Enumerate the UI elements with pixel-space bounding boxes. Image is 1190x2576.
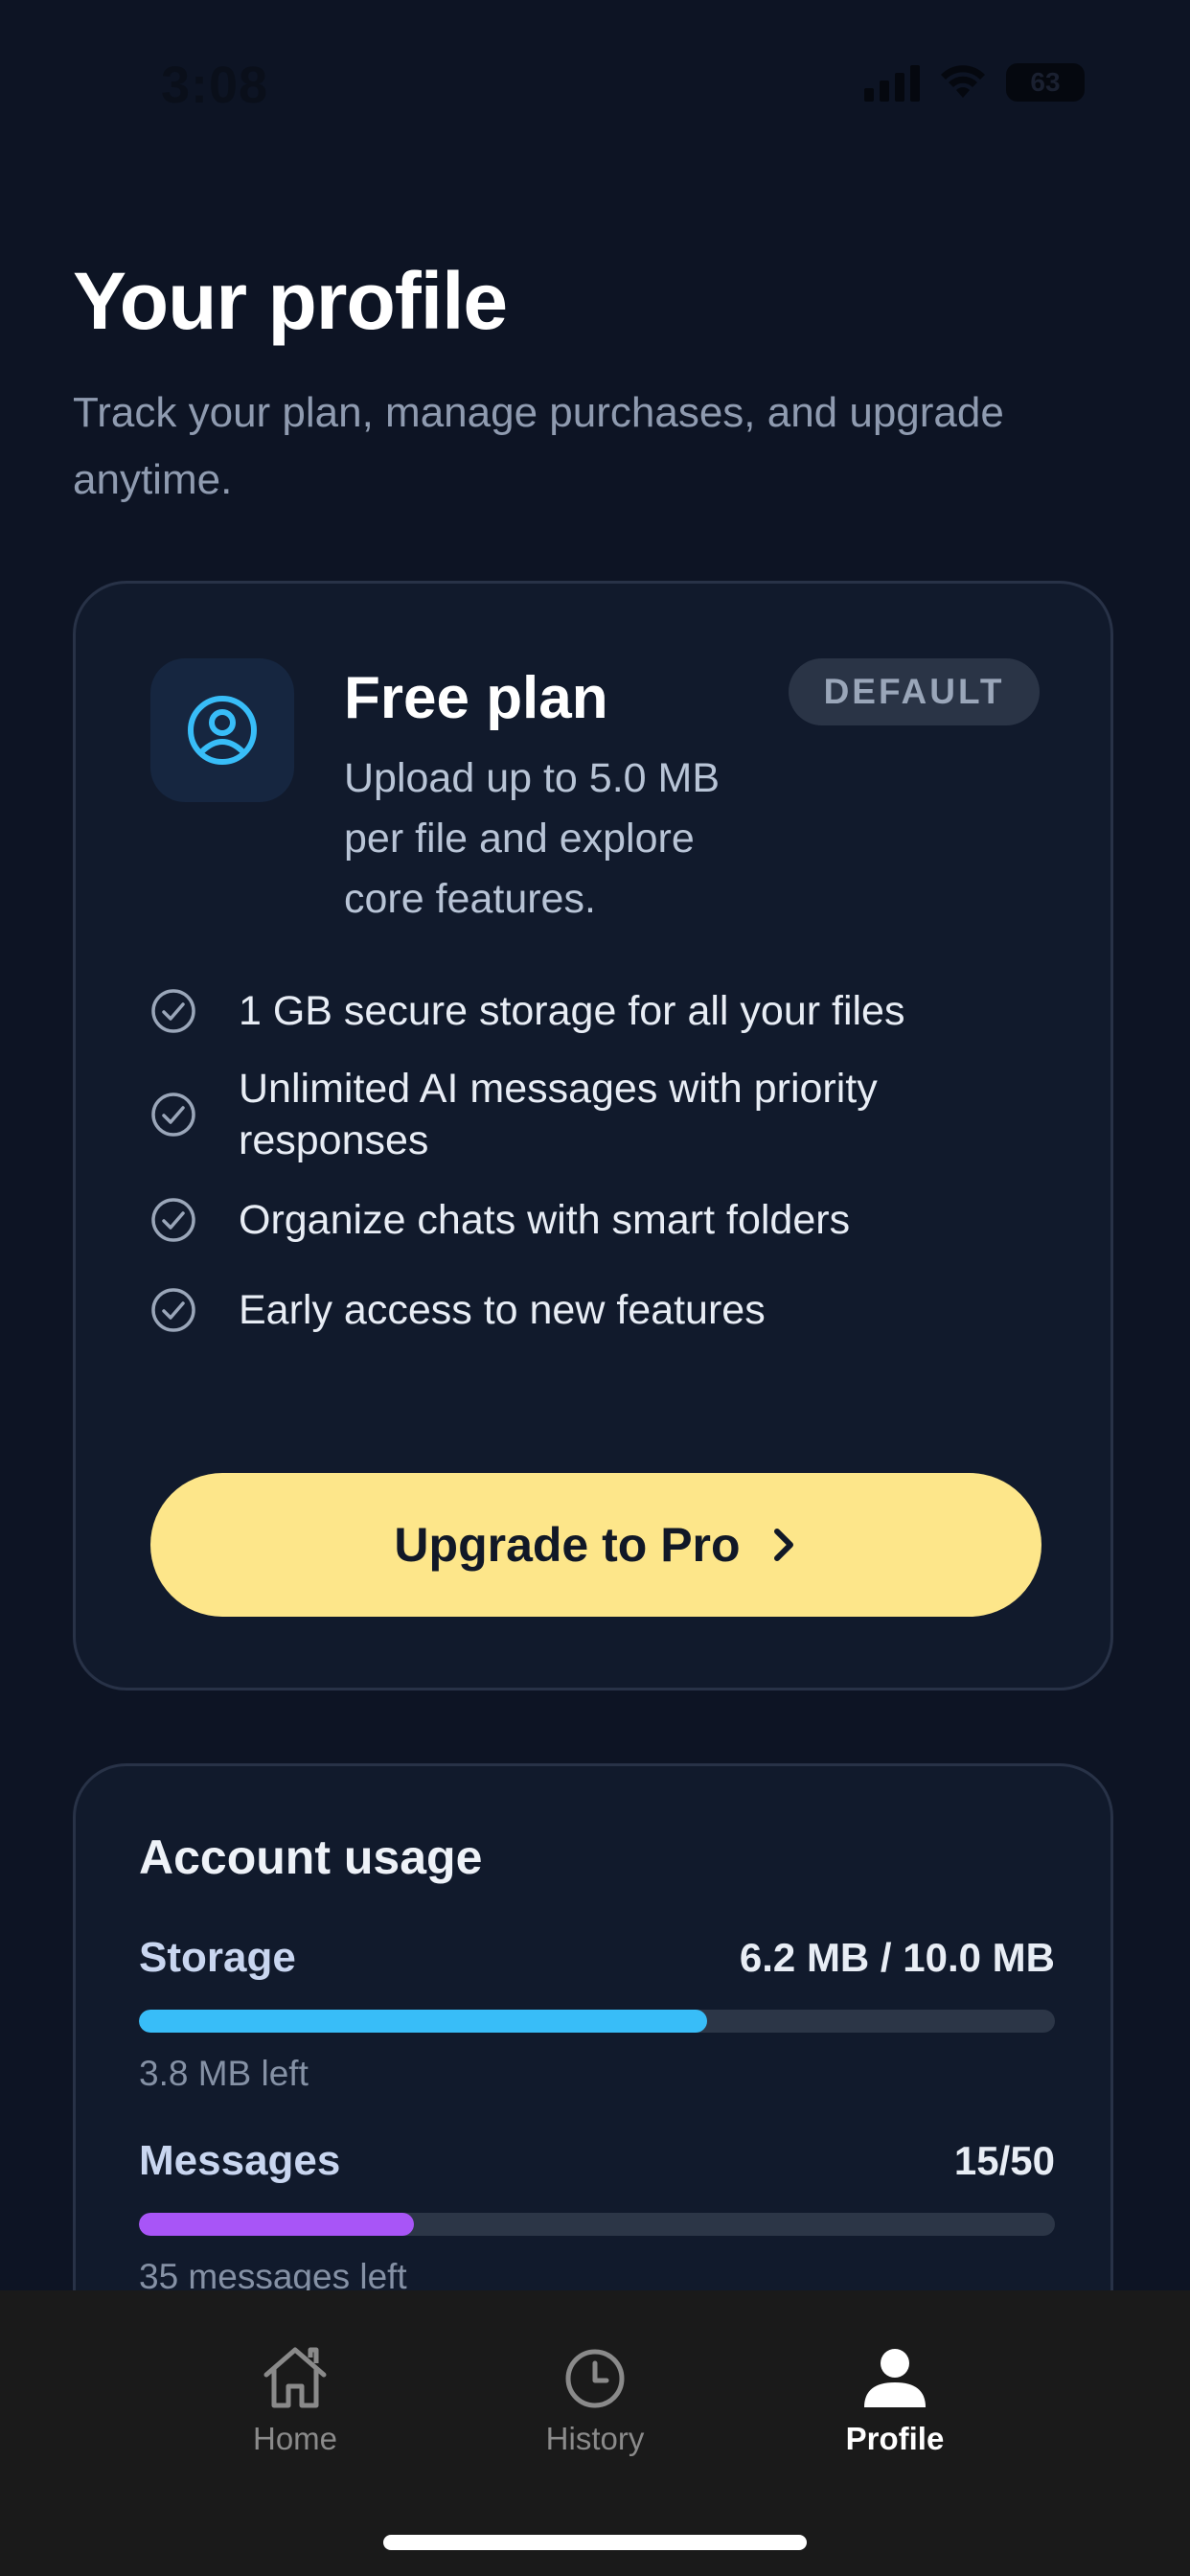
- feature-list: 1 GB secure storage for all your files U…: [150, 967, 1041, 1354]
- plan-icon-tile: [150, 658, 294, 802]
- plan-description: Upload up to 5.0 MB per file and explore…: [344, 755, 721, 922]
- check-circle-icon: [151, 1092, 195, 1137]
- battery-level: 63: [1030, 67, 1061, 97]
- usage-title: Account usage: [139, 1830, 483, 1884]
- storage-meter: Storage 6.2 MB / 10.0 MB 3.8 MB left: [139, 1929, 1055, 2094]
- check-circle-icon: [151, 1198, 195, 1242]
- feature-item: 1 GB secure storage for all your files: [150, 967, 1041, 1055]
- status-icons: 63: [864, 63, 1085, 102]
- home-indicator: [383, 2535, 807, 2550]
- tab-bar: Home History Profile: [0, 2290, 1190, 2576]
- feature-text: Unlimited AI messages with priority resp…: [239, 1066, 878, 1163]
- storage-meter-row: Storage 6.2 MB / 10.0 MB: [139, 1929, 1055, 1987]
- storage-progress-fill: [139, 2010, 707, 2033]
- messages-meter: Messages 15/50 35 messages left: [139, 2132, 1055, 2297]
- page-title: Your profile: [73, 256, 508, 346]
- status-bar: 3:08 63: [0, 0, 1190, 172]
- check-circle-icon: [151, 1288, 195, 1332]
- messages-progress-fill: [139, 2213, 414, 2236]
- status-time: 3:08: [161, 57, 269, 114]
- feature-item: Unlimited AI messages with priority resp…: [150, 1055, 1041, 1174]
- home-icon: [263, 2347, 327, 2408]
- messages-label: Messages: [139, 2137, 341, 2184]
- tab-home-label: Home: [252, 2421, 338, 2456]
- tab-home[interactable]: Home: [171, 2338, 420, 2457]
- messages-progress-track: [139, 2213, 1055, 2236]
- chevron-right-icon: [773, 1529, 793, 1561]
- plan-card: Free plan Upload up to 5.0 MB per file a…: [73, 581, 1113, 1690]
- user-circle-icon: [188, 696, 257, 765]
- storage-progress-track: [139, 2010, 1055, 2033]
- storage-label: Storage: [139, 1934, 296, 1981]
- tab-profile-label: Profile: [845, 2421, 945, 2456]
- tab-history-label: History: [545, 2421, 645, 2456]
- default-badge: DEFAULT: [789, 658, 1040, 725]
- feature-item: Organize chats with smart folders: [150, 1174, 1041, 1266]
- feature-text: Organize chats with smart folders: [239, 1197, 851, 1243]
- wifi-icon: [941, 65, 985, 98]
- clock-icon: [565, 2349, 625, 2408]
- person-icon: [864, 2349, 926, 2407]
- messages-value: 15/50: [953, 2138, 1055, 2183]
- feature-text: Early access to new features: [239, 1287, 766, 1333]
- battery-icon: 63: [1006, 63, 1085, 102]
- feature-item: Early access to new features: [150, 1266, 1041, 1354]
- storage-value: 6.2 MB / 10.0 MB: [739, 1935, 1055, 1980]
- page-subtitle: Track your plan, manage purchases, and u…: [73, 389, 1004, 503]
- check-circle-icon: [151, 989, 195, 1033]
- profile-screen: 3:08 63 Your profile Track your plan, ma…: [0, 0, 1190, 2576]
- plan-name: Free plan: [344, 665, 608, 731]
- cellular-signal-icon: [864, 63, 920, 102]
- messages-meter-row: Messages 15/50: [139, 2132, 1055, 2190]
- tab-profile[interactable]: Profile: [770, 2338, 1019, 2457]
- feature-text: 1 GB secure storage for all your files: [239, 988, 905, 1034]
- tab-history[interactable]: History: [470, 2338, 720, 2457]
- storage-remaining: 3.8 MB left: [139, 2054, 309, 2093]
- upgrade-button-label: Upgrade to Pro: [394, 1518, 741, 1572]
- upgrade-to-pro-button[interactable]: Upgrade to Pro: [150, 1473, 1041, 1617]
